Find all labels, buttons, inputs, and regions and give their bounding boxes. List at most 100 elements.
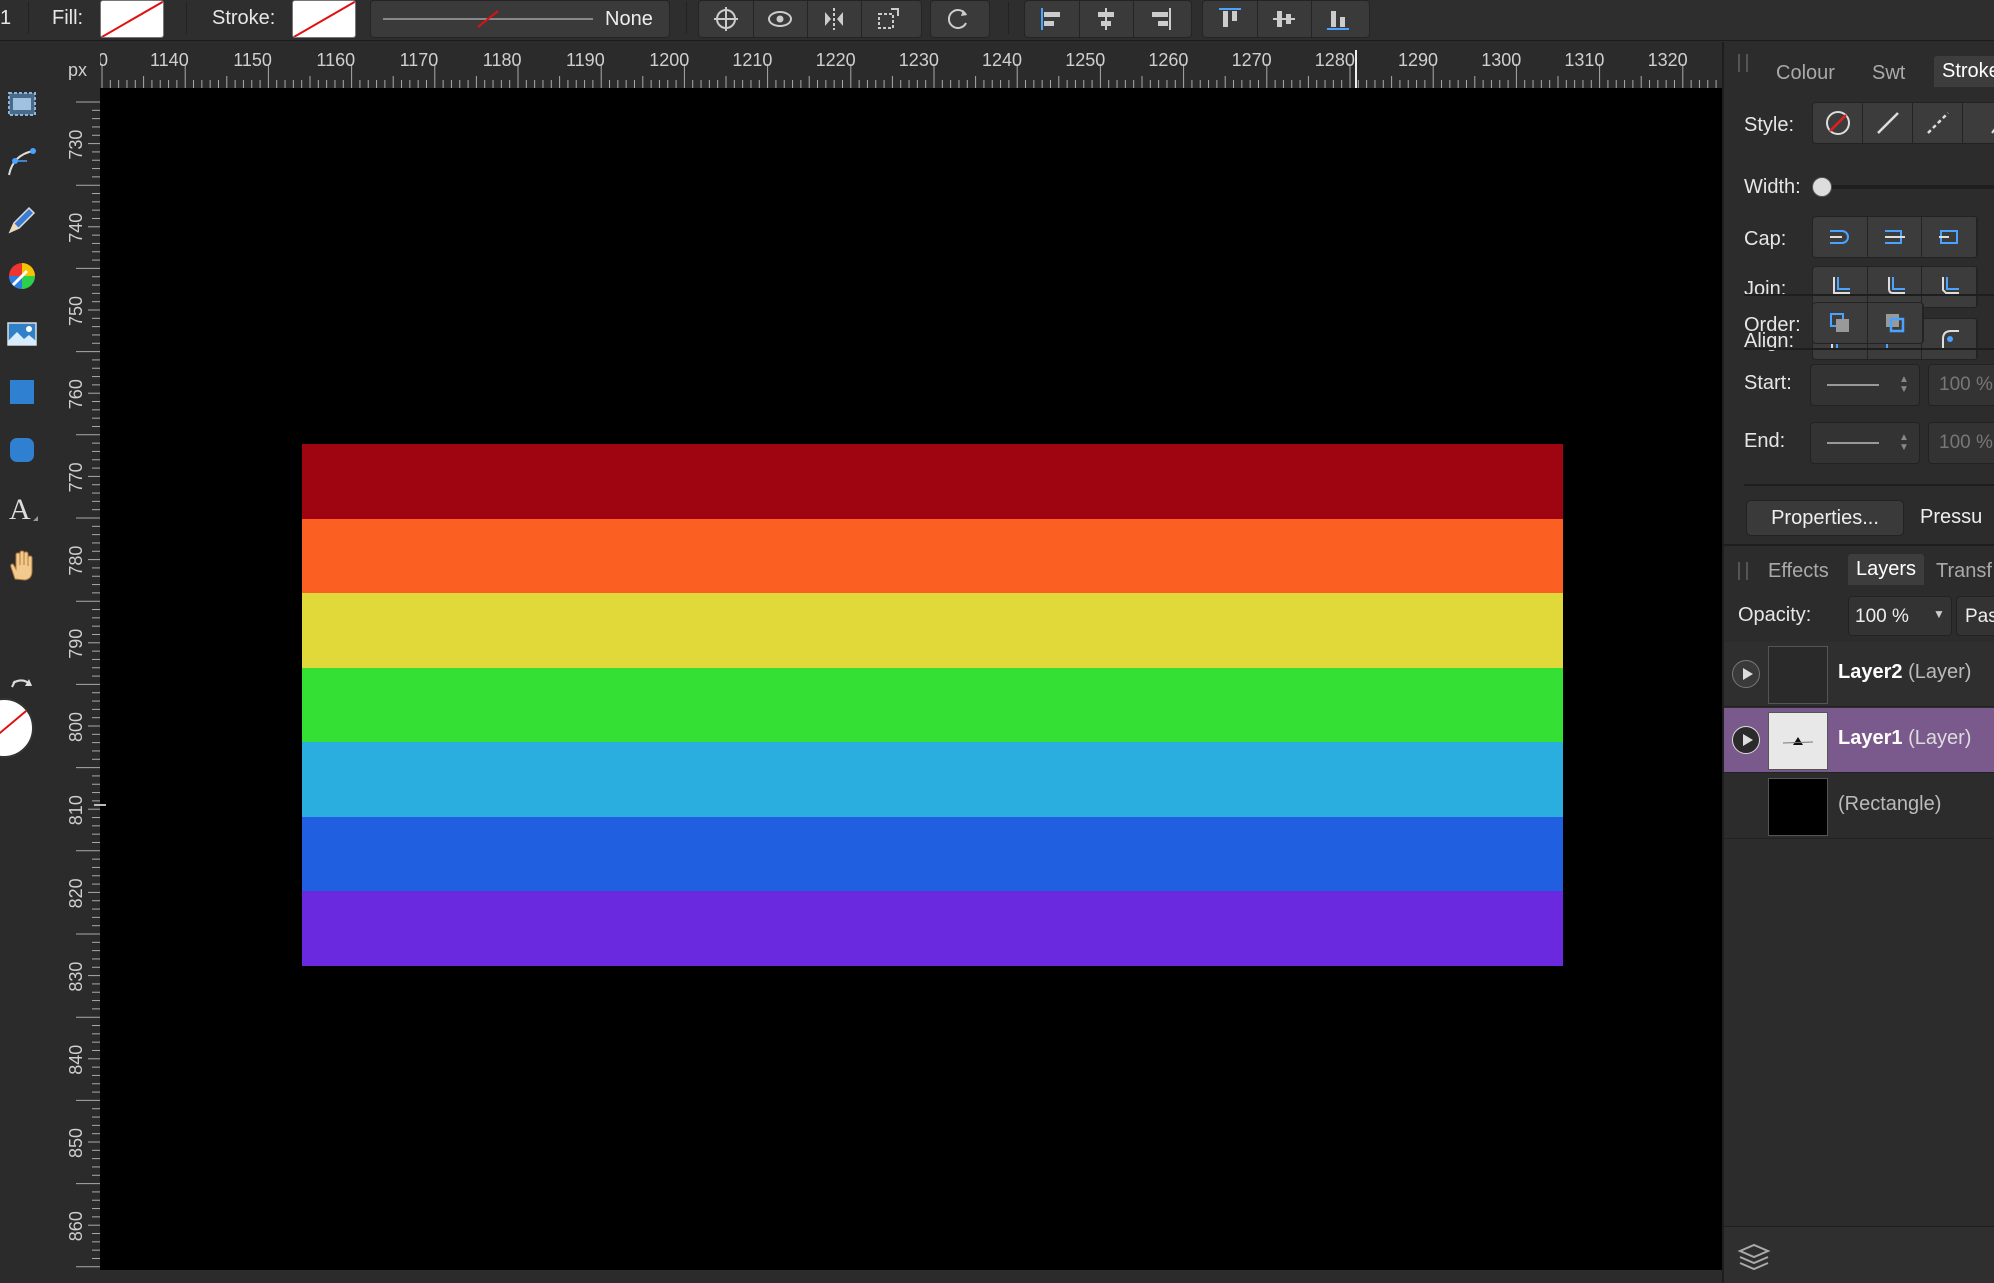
artboard-tool-icon[interactable] — [2, 84, 42, 124]
round-cap-icon[interactable] — [1813, 217, 1868, 257]
ruler-label: 1180 — [483, 50, 522, 70]
align-bottom-icon[interactable] — [1311, 1, 1365, 37]
horizontal-ruler[interactable]: 0114011501160117011801190120012101220123… — [100, 42, 1720, 88]
ruler-label: 1210 — [732, 50, 772, 70]
fill-swatch[interactable] — [100, 0, 164, 38]
align-middle-icon[interactable] — [1257, 1, 1312, 37]
pressure-button[interactable]: Pressu — [1920, 500, 1994, 534]
rotate-icon[interactable] — [931, 1, 985, 37]
miter-join-icon[interactable] — [1813, 267, 1868, 307]
expand-arrow-icon[interactable] — [1732, 660, 1760, 688]
panel-grip-icon[interactable] — [1738, 54, 1748, 72]
ruler-label: 1270 — [1232, 50, 1272, 70]
align-top-icon[interactable] — [1203, 1, 1258, 37]
ruler-label: 1240 — [982, 50, 1022, 70]
node-tool-icon[interactable] — [2, 142, 42, 182]
butt-cap-icon[interactable] — [1868, 217, 1923, 257]
bevel-join-icon[interactable] — [1922, 267, 1977, 307]
align-right-icon[interactable] — [1133, 1, 1187, 37]
order-button-group — [1812, 302, 1924, 344]
align-center-icon[interactable] — [1079, 1, 1134, 37]
tab-transform[interactable]: Transf — [1936, 560, 1992, 583]
layer-row[interactable]: (Rectangle) — [1724, 774, 1994, 839]
stroke-behind-fill-icon[interactable] — [1813, 303, 1868, 343]
rounded-rectangle-tool-icon[interactable] — [2, 430, 42, 470]
dashed-line-icon[interactable] — [1913, 103, 1963, 143]
ruler-label: 1300 — [1481, 50, 1521, 70]
tab-layers[interactable]: Layers — [1848, 554, 1924, 585]
horizontal-ruler-ticks: 0114011501160117011801190120012101220123… — [100, 42, 1720, 88]
opacity-value: 100 % — [1855, 606, 1909, 628]
ruler-label: 840 — [66, 1045, 86, 1075]
layer-name: Layer2 (Layer) — [1838, 661, 1971, 684]
ruler-label: 770 — [66, 462, 86, 492]
order-label: Order: — [1744, 314, 1801, 337]
layers-stack-icon[interactable] — [1736, 1241, 1772, 1271]
panel-divider — [1744, 348, 1994, 350]
chevron-down-icon: ▼ — [1933, 607, 1945, 621]
eye-icon[interactable] — [753, 1, 808, 37]
texture-line-icon[interactable] — [1963, 103, 1994, 143]
start-scale-value: 100 % — [1939, 374, 1993, 396]
stroke-swatch[interactable] — [292, 0, 356, 38]
hand-tool-icon[interactable] — [2, 546, 42, 586]
ruler-label: 1200 — [649, 50, 689, 70]
align-outside-icon[interactable] — [1922, 319, 1977, 359]
tab-stroke[interactable]: Stroke — [1934, 56, 1994, 87]
solid-line-icon[interactable] — [1863, 103, 1913, 143]
end-arrowhead-dropdown[interactable]: ▲▼ — [1810, 422, 1920, 464]
stroke-in-front-icon[interactable] — [1868, 303, 1923, 343]
horizontal-align-group — [1024, 0, 1192, 38]
blend-mode-dropdown[interactable]: Pass — [1956, 596, 1994, 636]
square-cap-icon[interactable] — [1922, 217, 1977, 257]
start-arrowhead-dropdown[interactable]: ▲▼ — [1810, 364, 1920, 406]
layer-thumbnail — [1768, 646, 1828, 704]
toolbar-divider — [28, 2, 29, 34]
layer-row-selected[interactable]: Layer1 (Layer) — [1724, 708, 1994, 773]
horizontal-scrollbar[interactable] — [0, 1270, 1722, 1282]
stroke-style-dropdown[interactable]: None — [370, 0, 670, 38]
width-slider-handle[interactable] — [1812, 177, 1832, 197]
ruler-label: 830 — [66, 962, 86, 992]
text-tool-icon[interactable]: A — [2, 488, 42, 528]
round-join-icon[interactable] — [1868, 267, 1923, 307]
pencil-tool-icon[interactable] — [2, 200, 42, 240]
ruler-label: 800 — [66, 712, 86, 742]
crosshair-icon[interactable] — [699, 1, 754, 37]
opacity-dropdown[interactable]: 100 % ▼ — [1848, 596, 1952, 636]
ruler-label: 1230 — [899, 50, 939, 70]
width-slider-track[interactable] — [1820, 185, 1994, 189]
ruler-label: 760 — [66, 379, 86, 409]
tab-effects[interactable]: Effects — [1768, 560, 1829, 583]
color-picker-icon[interactable] — [2, 256, 42, 296]
properties-button[interactable]: Properties... — [1746, 500, 1904, 536]
image-tool-icon[interactable] — [2, 314, 42, 354]
layer-thumbnail-icon — [1769, 713, 1827, 769]
end-scale-field[interactable]: 100 % — [1928, 422, 1994, 464]
layer-row[interactable]: Layer2 (Layer) — [1724, 642, 1994, 707]
transform-icon[interactable] — [861, 1, 915, 37]
vertical-align-group — [1202, 0, 1370, 38]
layer-thumbnail — [1768, 712, 1828, 770]
tab-colour[interactable]: Colour — [1776, 62, 1835, 85]
ruler-guide-marker — [94, 804, 106, 806]
ruler-label: 810 — [66, 795, 86, 825]
start-scale-field[interactable]: 100 % — [1928, 364, 1994, 406]
no-stroke-icon[interactable] — [1813, 103, 1863, 143]
tab-swatches[interactable]: Swt — [1872, 62, 1905, 85]
expand-arrow-icon[interactable] — [1732, 726, 1760, 754]
ruler-label: 860 — [66, 1211, 86, 1241]
toolbar-divider — [686, 2, 687, 34]
rectangle-tool-icon[interactable] — [2, 372, 42, 412]
flip-icon[interactable] — [807, 1, 862, 37]
snapping-group — [698, 0, 922, 38]
rainbow-rectangle[interactable] — [302, 444, 1563, 966]
panel-grip-icon[interactable] — [1738, 562, 1748, 580]
vertical-ruler[interactable]: 7307407507607707807908008108208308408508… — [62, 88, 100, 1270]
panel-divider — [1744, 484, 1994, 486]
right-panel: Colour Swt Stroke Style: Width: Cap: Joi… — [1722, 42, 1994, 1282]
ruler-label: 820 — [66, 878, 86, 908]
ruler-label: 1190 — [566, 50, 605, 70]
align-left-icon[interactable] — [1025, 1, 1080, 37]
stripe-purple — [302, 891, 1563, 966]
